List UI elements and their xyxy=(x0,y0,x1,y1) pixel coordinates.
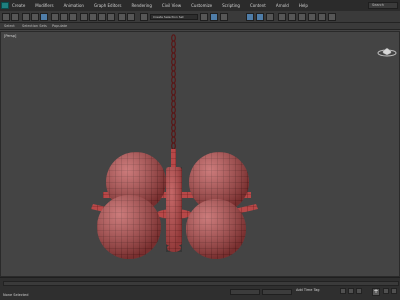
undo-button[interactable] xyxy=(2,13,10,21)
curve-editor-button[interactable] xyxy=(220,13,228,21)
app-icon[interactable] xyxy=(1,2,9,9)
scale-button[interactable] xyxy=(69,13,77,21)
named-sets-button[interactable] xyxy=(140,13,148,21)
menu-help[interactable]: Help xyxy=(299,3,308,8)
select-object-button[interactable] xyxy=(40,13,48,21)
menu-bar: Create Modifiers Animation Graph Editors… xyxy=(0,0,400,11)
add-time-tag[interactable]: Add Time Tag xyxy=(296,288,320,292)
selection-set-dropdown[interactable]: Create Selection Set xyxy=(150,14,198,20)
stem-top xyxy=(171,149,176,167)
material-editor-button[interactable] xyxy=(278,13,286,21)
menu-modifiers[interactable]: Modifiers xyxy=(35,3,53,8)
chandelier-model xyxy=(91,34,258,259)
percent-snap-button[interactable] xyxy=(107,13,115,21)
menu-arnold[interactable]: Arnold xyxy=(276,3,289,8)
orbit-button[interactable] xyxy=(391,288,397,294)
chain xyxy=(171,34,176,150)
render-production-button[interactable] xyxy=(288,13,296,21)
menu-customize[interactable]: Customize xyxy=(191,3,212,8)
x-coordinate-field[interactable] xyxy=(230,289,260,295)
status-bar: None Selected Add Time Tag + xyxy=(0,277,400,300)
redo-button[interactable] xyxy=(11,13,19,21)
arnold-button[interactable] xyxy=(318,13,326,21)
plus-icon[interactable]: + xyxy=(372,288,380,296)
time-slider[interactable] xyxy=(3,281,399,286)
unlink-button[interactable] xyxy=(31,13,39,21)
rotate-button[interactable] xyxy=(60,13,68,21)
zoom-button[interactable] xyxy=(383,288,389,294)
menu-rendering[interactable]: Rendering xyxy=(131,3,151,8)
main-menu: Create Modifiers Animation Graph Editors… xyxy=(12,2,330,9)
perspective-viewport[interactable]: [Persp] xyxy=(0,31,400,277)
mirror-button[interactable] xyxy=(118,13,126,21)
link-button[interactable] xyxy=(22,13,30,21)
key-mode-button[interactable] xyxy=(356,288,362,294)
main-toolbar: Create Selection Set xyxy=(0,11,400,23)
scene-explorer-button[interactable] xyxy=(210,13,218,21)
render-active-button[interactable] xyxy=(298,13,306,21)
menu-graph-editors[interactable]: Graph Editors xyxy=(94,3,121,8)
asset-button[interactable] xyxy=(328,13,336,21)
search-input[interactable]: Search xyxy=(368,2,398,9)
ribbon-select[interactable]: Select xyxy=(4,24,15,28)
angle-snap-button[interactable] xyxy=(98,13,106,21)
ribbon-populate[interactable]: Populate xyxy=(52,24,67,28)
snap-button[interactable] xyxy=(89,13,97,21)
align-button[interactable] xyxy=(127,13,135,21)
play-button[interactable] xyxy=(340,288,346,294)
ribbon-bar: Select Selection Sets Populate xyxy=(0,23,400,30)
menu-animation[interactable]: Animation xyxy=(64,3,84,8)
menu-civil-view[interactable]: Civil View xyxy=(162,3,181,8)
move-button[interactable] xyxy=(51,13,59,21)
select-region-button[interactable] xyxy=(80,13,88,21)
render-frame-button[interactable] xyxy=(256,13,264,21)
render-button[interactable] xyxy=(266,13,274,21)
render-iterative-button[interactable] xyxy=(308,13,316,21)
layer-button[interactable] xyxy=(200,13,208,21)
ribbon-selection-sets[interactable]: Selection Sets xyxy=(22,24,47,28)
y-coordinate-field[interactable] xyxy=(262,289,292,295)
menu-create[interactable]: Create xyxy=(12,3,25,8)
next-frame-button[interactable] xyxy=(348,288,354,294)
status-text: None Selected xyxy=(3,293,29,297)
render-setup-button[interactable] xyxy=(246,13,254,21)
menu-content[interactable]: Content xyxy=(250,3,266,8)
menu-scripting[interactable]: Scripting xyxy=(222,3,240,8)
